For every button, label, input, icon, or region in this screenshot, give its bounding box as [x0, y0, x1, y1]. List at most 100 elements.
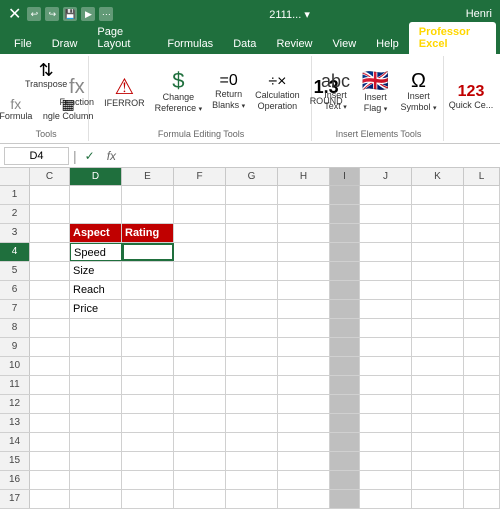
tab-help[interactable]: Help [366, 34, 409, 54]
cell-j10[interactable] [360, 357, 412, 375]
cell-e15[interactable] [122, 452, 174, 470]
cell-e6[interactable] [122, 281, 174, 299]
cell-i15[interactable] [330, 452, 360, 470]
cell-l11[interactable] [464, 376, 500, 394]
tab-view[interactable]: View [323, 34, 367, 54]
cell-d16[interactable] [70, 471, 122, 489]
undo-btn[interactable]: ↩ [27, 7, 41, 21]
cell-j7[interactable] [360, 300, 412, 318]
cell-l16[interactable] [464, 471, 500, 489]
cell-l1[interactable] [464, 186, 500, 204]
cell-e13[interactable] [122, 414, 174, 432]
cell-j4[interactable] [360, 243, 412, 261]
cell-i2[interactable] [330, 205, 360, 223]
cell-h17[interactable] [278, 490, 330, 508]
cell-c10[interactable] [30, 357, 70, 375]
cell-l17[interactable] [464, 490, 500, 508]
cell-l6[interactable] [464, 281, 500, 299]
cell-h16[interactable] [278, 471, 330, 489]
cell-g11[interactable] [226, 376, 278, 394]
cell-i6[interactable] [330, 281, 360, 299]
cell-e17[interactable] [122, 490, 174, 508]
cell-j5[interactable] [360, 262, 412, 280]
cell-k7[interactable] [412, 300, 464, 318]
col-header-h[interactable]: H [278, 168, 330, 185]
cell-g12[interactable] [226, 395, 278, 413]
cell-c11[interactable] [30, 376, 70, 394]
iferror-button[interactable]: ⚠ IFERROR [101, 74, 148, 111]
cell-d4-speed[interactable]: Speed [70, 243, 122, 261]
col-header-j[interactable]: J [360, 168, 412, 185]
cell-g9[interactable] [226, 338, 278, 356]
cell-j6[interactable] [360, 281, 412, 299]
cell-c14[interactable] [30, 433, 70, 451]
cell-g16[interactable] [226, 471, 278, 489]
cell-h13[interactable] [278, 414, 330, 432]
col-header-d[interactable]: D [70, 168, 122, 185]
cell-f1[interactable] [174, 186, 226, 204]
cell-k8[interactable] [412, 319, 464, 337]
cell-k12[interactable] [412, 395, 464, 413]
cell-d2[interactable] [70, 205, 122, 223]
cell-h14[interactable] [278, 433, 330, 451]
cell-c6[interactable] [30, 281, 70, 299]
cell-g3[interactable] [226, 224, 278, 242]
cell-h3[interactable] [278, 224, 330, 242]
cell-e5[interactable] [122, 262, 174, 280]
cell-l10[interactable] [464, 357, 500, 375]
cell-f5[interactable] [174, 262, 226, 280]
cell-g15[interactable] [226, 452, 278, 470]
cell-c9[interactable] [30, 338, 70, 356]
cell-k9[interactable] [412, 338, 464, 356]
overflow-btn[interactable]: ⋯ [99, 7, 113, 21]
cell-g8[interactable] [226, 319, 278, 337]
cell-f13[interactable] [174, 414, 226, 432]
cell-i16[interactable] [330, 471, 360, 489]
cell-i12[interactable] [330, 395, 360, 413]
cell-e7[interactable] [122, 300, 174, 318]
cell-c17[interactable] [30, 490, 70, 508]
tab-draw[interactable]: Draw [42, 34, 88, 54]
cell-i5[interactable] [330, 262, 360, 280]
cell-j1[interactable] [360, 186, 412, 204]
cell-f7[interactable] [174, 300, 226, 318]
cell-h9[interactable] [278, 338, 330, 356]
cell-e3-rating-header[interactable]: Rating [122, 224, 174, 242]
cell-g5[interactable] [226, 262, 278, 280]
cell-k15[interactable] [412, 452, 464, 470]
cell-c4[interactable] [30, 243, 70, 261]
cell-i17[interactable] [330, 490, 360, 508]
col-header-l[interactable]: L [464, 168, 500, 185]
cell-d10[interactable] [70, 357, 122, 375]
cell-i4[interactable] [330, 243, 360, 261]
insert-symbol-button[interactable]: Ω InsertSymbol ▾ [397, 69, 439, 115]
cell-f11[interactable] [174, 376, 226, 394]
cell-j12[interactable] [360, 395, 412, 413]
cell-h15[interactable] [278, 452, 330, 470]
tab-page-layout[interactable]: Page Layout [87, 22, 157, 54]
cell-l15[interactable] [464, 452, 500, 470]
cell-k5[interactable] [412, 262, 464, 280]
cell-j2[interactable] [360, 205, 412, 223]
cell-l4[interactable] [464, 243, 500, 261]
cell-h7[interactable] [278, 300, 330, 318]
cell-d3-aspect-header[interactable]: Aspect [70, 224, 122, 242]
cell-f9[interactable] [174, 338, 226, 356]
col-header-g[interactable]: G [226, 168, 278, 185]
cell-l13[interactable] [464, 414, 500, 432]
cell-d11[interactable] [70, 376, 122, 394]
col-header-k[interactable]: K [412, 168, 464, 185]
cell-i9[interactable] [330, 338, 360, 356]
cell-h4[interactable] [278, 243, 330, 261]
cell-k4[interactable] [412, 243, 464, 261]
checkmark-icon[interactable]: ✓ [81, 149, 99, 163]
cell-g13[interactable] [226, 414, 278, 432]
cell-k1[interactable] [412, 186, 464, 204]
cell-h6[interactable] [278, 281, 330, 299]
cell-f4[interactable] [174, 243, 226, 261]
cell-g7[interactable] [226, 300, 278, 318]
cell-c16[interactable] [30, 471, 70, 489]
cell-h12[interactable] [278, 395, 330, 413]
cell-e12[interactable] [122, 395, 174, 413]
cell-d8[interactable] [70, 319, 122, 337]
